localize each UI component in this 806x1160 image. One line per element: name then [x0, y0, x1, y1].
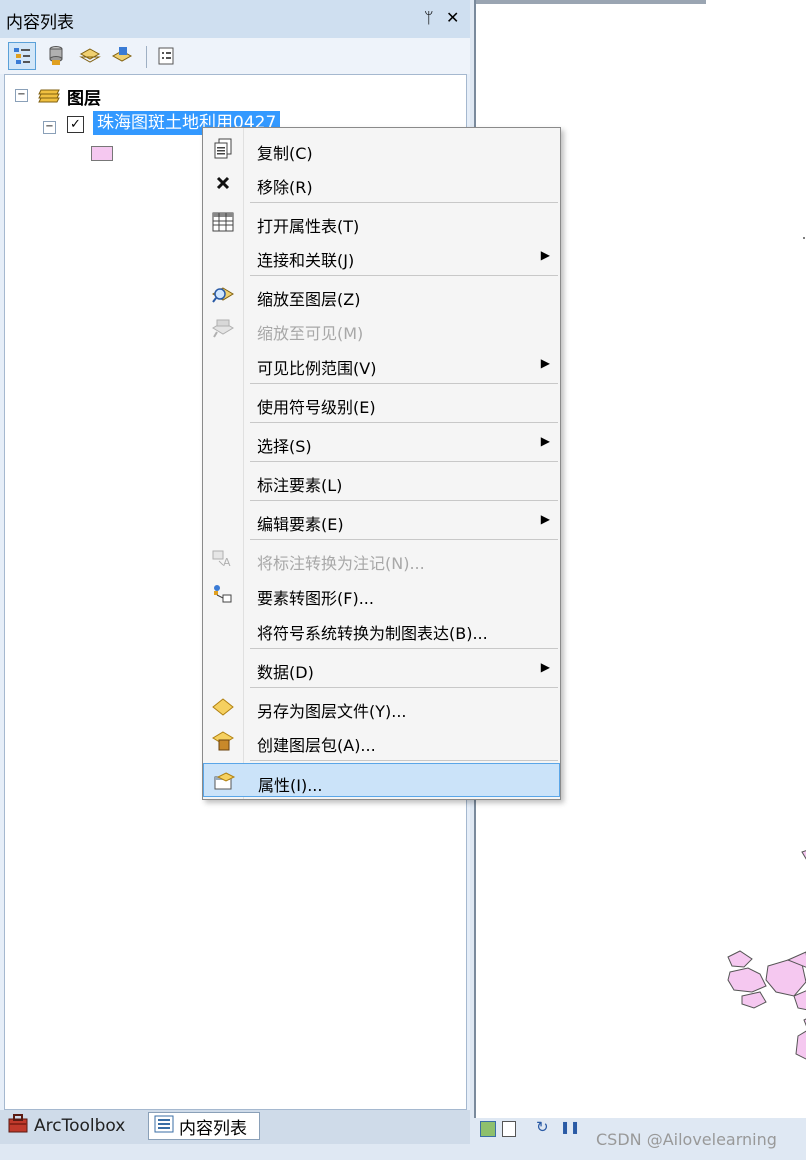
menu-item-label: 数据(D) — [257, 663, 314, 682]
menu-item-convert-labels[interactable]: A 将标注转换为注记(N)... — [203, 542, 560, 576]
tab-arctoolbox[interactable]: ArcToolbox — [6, 1112, 125, 1140]
menu-item-label-features[interactable]: 标注要素(L) — [203, 464, 560, 498]
menu-item-label: 打开属性表(T) — [257, 217, 360, 236]
menu-item-label: 选择(S) — [257, 437, 312, 456]
data-frame-label[interactable]: 图层 — [67, 84, 101, 109]
menu-item-zoom-to-layer[interactable]: 缩放至图层(Z) — [203, 278, 560, 312]
menu-item-visible-scale-range[interactable]: 可见比例范围(V) ▶ — [203, 347, 560, 381]
menu-item-label: 标注要素(L) — [257, 476, 343, 495]
collapse-toggle[interactable]: − — [15, 89, 28, 102]
list-by-visibility-icon[interactable] — [76, 42, 104, 70]
menu-separator — [250, 275, 558, 276]
panel-title-bar: 内容列表 ᛘ ✕ — [0, 0, 470, 39]
menu-separator — [250, 539, 558, 540]
menu-separator — [250, 760, 558, 761]
menu-item-convert-symbology[interactable]: 将符号系统转换为制图表达(B)... — [203, 612, 560, 646]
remove-icon — [211, 172, 235, 194]
menu-separator — [250, 687, 558, 688]
toolbox-icon — [6, 1113, 30, 1140]
toc-icon — [153, 1114, 175, 1139]
convert-labels-icon: A — [211, 548, 235, 570]
layer-package-icon — [211, 730, 235, 752]
menu-item-label: 连接和关联(J) — [257, 251, 355, 270]
menu-separator — [250, 500, 558, 501]
menu-item-copy[interactable]: 复制(C) — [203, 132, 560, 166]
watermark: CSDN @Ailovelearning — [596, 1130, 777, 1149]
menu-item-label: 将标注转换为注记(N)... — [257, 554, 425, 573]
zoom-to-layer-icon — [211, 284, 235, 306]
list-by-drawing-order-icon[interactable] — [8, 42, 36, 70]
map-view-toolbar: ↻ ❚❚ — [474, 1118, 614, 1140]
refresh-icon[interactable]: ↻ — [536, 1118, 549, 1136]
properties-icon — [212, 770, 236, 792]
submenu-arrow-icon: ▶ — [540, 434, 550, 448]
menu-item-joins-relates[interactable]: 连接和关联(J) ▶ — [203, 239, 560, 273]
options-icon[interactable] — [152, 42, 180, 70]
tab-table-of-contents[interactable]: 内容列表 — [148, 1112, 260, 1140]
menu-item-properties[interactable]: 属性(I)... — [203, 763, 560, 797]
layers-icon — [37, 84, 61, 108]
menu-item-label: 要素转图形(F)... — [257, 589, 374, 608]
menu-item-label: 缩放至可见(M) — [257, 324, 364, 343]
pin-icon[interactable]: ᛘ — [424, 8, 434, 27]
zoom-to-visible-icon — [211, 318, 235, 340]
menu-item-remove[interactable]: 移除(R) — [203, 166, 560, 200]
panel-title: 内容列表 — [6, 13, 74, 33]
menu-separator — [250, 422, 558, 423]
submenu-arrow-icon: ▶ — [540, 660, 550, 674]
copy-icon — [211, 138, 235, 160]
menu-separator — [250, 202, 558, 203]
submenu-arrow-icon: ▶ — [540, 248, 550, 262]
submenu-arrow-icon: ▶ — [540, 356, 550, 370]
bottom-tab-bar: ArcToolbox 内容列表 — [0, 1110, 470, 1144]
pause-drawing-icon[interactable]: ❚❚ — [560, 1120, 580, 1134]
save-layer-icon — [211, 696, 235, 718]
table-icon — [211, 211, 235, 233]
menu-item-label: 缩放至图层(Z) — [257, 290, 361, 309]
layer-visibility-checkbox[interactable]: ✓ — [67, 116, 84, 133]
symbol-swatch[interactable] — [91, 146, 113, 161]
tab-label: ArcToolbox — [34, 1116, 126, 1136]
menu-item-open-attribute-table[interactable]: 打开属性表(T) — [203, 205, 560, 239]
menu-item-create-layer-package[interactable]: 创建图层包(A)... — [203, 724, 560, 758]
layout-view-icon[interactable] — [502, 1121, 516, 1137]
menu-item-label: 将符号系统转换为制图表达(B)... — [257, 624, 488, 643]
menu-item-zoom-to-visible[interactable]: 缩放至可见(M) — [203, 312, 560, 346]
menu-separator — [250, 383, 558, 384]
collapse-toggle[interactable]: − — [43, 121, 56, 134]
close-icon[interactable]: ✕ — [446, 8, 459, 27]
menu-item-label: 复制(C) — [257, 144, 313, 163]
menu-item-save-as-layer-file[interactable]: 另存为图层文件(Y)... — [203, 690, 560, 724]
toc-toolbar — [0, 38, 470, 74]
menu-item-label: 创建图层包(A)... — [257, 736, 376, 755]
data-view-icon[interactable] — [480, 1121, 496, 1137]
list-by-source-icon[interactable] — [42, 42, 70, 70]
menu-item-label: 可见比例范围(V) — [257, 359, 377, 378]
menu-item-label: 移除(R) — [257, 178, 313, 197]
menu-item-data[interactable]: 数据(D) ▶ — [203, 651, 560, 685]
features-to-graphics-icon — [211, 583, 235, 605]
layer-context-menu: 复制(C) 移除(R) 打开属性表(T) 连接和关联(J) ▶ 缩放至图层(Z)… — [202, 127, 561, 800]
submenu-arrow-icon: ▶ — [540, 512, 550, 526]
menu-item-edit-features[interactable]: 编辑要素(E) ▶ — [203, 503, 560, 537]
menu-item-label: 属性(I)... — [258, 776, 323, 795]
menu-item-label: 另存为图层文件(Y)... — [257, 702, 407, 721]
menu-item-label: 使用符号级别(E) — [257, 398, 376, 417]
menu-item-label: 编辑要素(E) — [257, 515, 344, 534]
toolbar-separator — [146, 46, 147, 68]
menu-separator — [250, 461, 558, 462]
list-by-selection-icon[interactable] — [108, 42, 136, 70]
svg-text:A: A — [223, 556, 231, 569]
menu-item-features-to-graphics[interactable]: 要素转图形(F)... — [203, 577, 560, 611]
tab-label: 内容列表 — [179, 1118, 247, 1139]
menu-item-selection[interactable]: 选择(S) ▶ — [203, 425, 560, 459]
menu-item-use-symbol-levels[interactable]: 使用符号级别(E) — [203, 386, 560, 420]
menu-separator — [250, 648, 558, 649]
